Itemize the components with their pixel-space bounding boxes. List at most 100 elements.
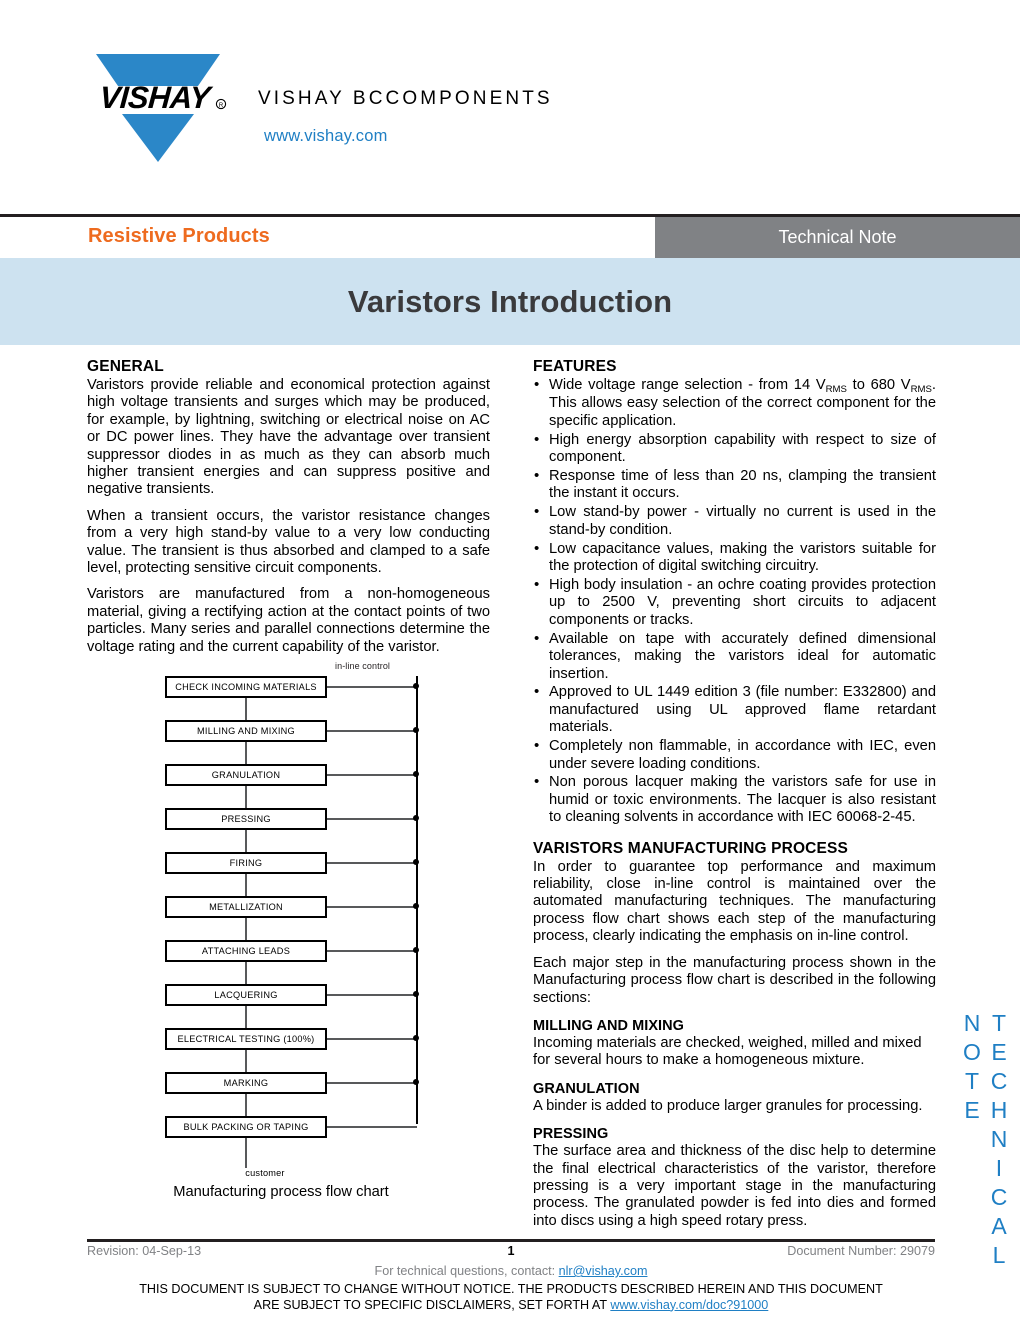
flow-branch-dot-9: [413, 1035, 419, 1041]
flow-step-pressing: PRESSING: [165, 808, 327, 830]
granulation-text: A binder is added to produce larger gran…: [533, 1097, 923, 1114]
feature-item-9: Completely non flammable, in accordance …: [533, 737, 936, 773]
features-list: Wide voltage range selection - from 14 V…: [533, 376, 936, 827]
flow-branch-5: [327, 862, 417, 864]
flow-branch-3: [327, 774, 417, 776]
feature-item-3: Response time of less than 20 ns, clampi…: [533, 467, 936, 503]
flow-step-bulk-packing-or-taping: BULK PACKING OR TAPING: [165, 1116, 327, 1138]
footer-contact-line: For technical questions, contact: nlr@vi…: [87, 1264, 935, 1278]
pressing-heading: PRESSING: [533, 1126, 609, 1143]
footer-contact-email-link[interactable]: nlr@vishay.com: [559, 1264, 648, 1278]
flow-step-check-incoming-materials: CHECK INCOMING MATERIALS: [165, 676, 327, 698]
milling-and-mixing-heading: MILLING AND MIXING: [533, 1017, 684, 1034]
flow-step-milling-and-mixing: MILLING AND MIXING: [165, 720, 327, 742]
feature-item-5: Low capacitance values, making the varis…: [533, 540, 936, 576]
flow-branch-dot-3: [413, 771, 419, 777]
company-name: VISHAY BCCOMPONENTS: [258, 88, 553, 109]
flow-branch-dot-8: [413, 991, 419, 997]
vishay-triangle-logo: VISHAY R: [96, 54, 227, 162]
flow-connector-3: [245, 786, 247, 808]
footer-rule: [87, 1239, 935, 1242]
footer-disclaimer: THIS DOCUMENT IS SUBJECT TO CHANGE WITHO…: [87, 1282, 935, 1313]
flow-connector-7: [245, 962, 247, 984]
flow-connector-1: [245, 698, 247, 720]
doc-type-badge: Technical Note: [655, 217, 1020, 258]
manufacturing-heading: VARISTORS MANUFACTURING PROCESS: [533, 839, 848, 857]
inline-control-spine: [416, 676, 418, 1124]
flow-branch-11: [327, 1126, 417, 1128]
flow-branch-2: [327, 730, 417, 732]
technical-note-side-tab: TECHNICAL NOTE: [959, 1010, 1012, 1271]
flow-branch-dot-4: [413, 815, 419, 821]
flow-connector-customer: [245, 1138, 247, 1168]
flow-step-metallization: METALLIZATION: [165, 896, 327, 918]
general-paragraph-1: Varistors provide reliable and economica…: [87, 377, 490, 498]
feature-item-6: High body insulation - an ochre coating …: [533, 576, 936, 629]
product-category-label: Resistive Products: [88, 225, 270, 247]
flow-step-lacquering: LACQUERING: [165, 984, 327, 1006]
flow-branch-10: [327, 1082, 417, 1084]
general-heading: GENERAL: [87, 358, 164, 375]
footer-meta-row: Revision: 04-Sep-13 1 Document Number: 2…: [87, 1244, 935, 1262]
flow-connector-8: [245, 1006, 247, 1028]
flow-connector-4: [245, 830, 247, 852]
feature-item-8: Approved to UL 1449 edition 3 (file numb…: [533, 683, 936, 736]
flow-branch-dot-2: [413, 727, 419, 733]
flow-branch-dot-5: [413, 859, 419, 865]
flow-branch-6: [327, 906, 417, 908]
flow-step-attaching-leads: ATTACHING LEADS: [165, 940, 327, 962]
milling-and-mixing-text: Incoming materials are checked, weighed,…: [533, 1034, 922, 1069]
flow-step-granulation: GRANULATION: [165, 764, 327, 786]
flow-branch-dot-10: [413, 1079, 419, 1085]
flow-step-electrical-testing: ELECTRICAL TESTING (100%): [165, 1028, 327, 1050]
company-website[interactable]: www.vishay.com: [264, 127, 388, 146]
page-title: Varistors Introduction: [347, 283, 673, 319]
granulation-heading: GRANULATION: [533, 1080, 640, 1097]
title-band: Varistors Introduction: [0, 258, 1020, 345]
vishay-logo: VISHAY R: [78, 52, 238, 164]
flow-branch-9: [327, 1038, 417, 1040]
footer-disclaimer-line-1: THIS DOCUMENT IS SUBJECT TO CHANGE WITHO…: [139, 1282, 883, 1296]
flow-step-firing: FIRING: [165, 852, 327, 874]
footer-contact-prefix: For technical questions, contact:: [374, 1264, 559, 1278]
flow-chart-caption: Manufacturing process flow chart: [173, 1184, 389, 1200]
flow-branch-7: [327, 950, 417, 952]
flow-customer-label: customer: [245, 1168, 285, 1178]
svg-text:VISHAY: VISHAY: [99, 80, 215, 115]
flow-branch-dot-7: [413, 947, 419, 953]
inline-control-label: in-line control: [335, 661, 391, 671]
footer-disclaimer-line-2-prefix: ARE SUBJECT TO SPECIFIC DISCLAIMERS, SET…: [253, 1297, 611, 1312]
manufacturing-paragraph-1: In order to guarantee top performance an…: [533, 858, 936, 945]
flow-connector-9: [245, 1050, 247, 1072]
flow-connector-5: [245, 874, 247, 896]
svg-text:R: R: [219, 103, 224, 109]
feature-item-4: Low stand-by power - virtually no curren…: [533, 503, 936, 539]
flow-connector-6: [245, 918, 247, 940]
right-column: FEATURES Wide voltage range selection - …: [533, 358, 936, 1230]
flow-branch-1: [327, 686, 417, 688]
flow-connector-10: [245, 1094, 247, 1116]
feature-item-7: Available on tape with accurately define…: [533, 630, 936, 683]
left-column: GENERAL Varistors provide reliable and e…: [87, 358, 490, 656]
feature-text-1: Wide voltage range selection - from 14 V…: [549, 377, 936, 429]
flow-branch-dot-1: [413, 683, 419, 689]
manufacturing-flow-chart: in-line control CHECK INCOMING MATERIALS…: [87, 661, 490, 1212]
pressing-text: The surface area and thickness of the di…: [533, 1143, 936, 1229]
manufacturing-paragraph-2: Each major step in the manufacturing pro…: [533, 954, 936, 1006]
flow-branch-4: [327, 818, 417, 820]
footer-disclaimer-link[interactable]: www.vishay.com/doc?91000: [610, 1298, 768, 1312]
product-category-bar: Resistive Products: [0, 217, 655, 258]
general-paragraph-2: When a transient occurs, the varistor re…: [87, 507, 490, 577]
feature-item-2: High energy absorption capability with r…: [533, 431, 936, 467]
flow-branch-dot-6: [413, 903, 419, 909]
feature-item-10: Non porous lacquer making the varistors …: [533, 773, 936, 826]
general-paragraph-3: Varistors are manufactured from a non-ho…: [87, 586, 490, 655]
features-heading: FEATURES: [533, 358, 617, 375]
header-bar: Resistive Products Technical Note: [0, 217, 1020, 258]
flow-branch-8: [327, 994, 417, 996]
masthead: VISHAY R VISHAY BCCOMPONENTS www.vishay.…: [0, 0, 1020, 205]
flow-connector-2: [245, 742, 247, 764]
footer-document-number: Document Number: 29079: [787, 1244, 935, 1258]
feature-item-1: Wide voltage range selection - from 14 V…: [533, 376, 936, 430]
flow-step-marking: MARKING: [165, 1072, 327, 1094]
